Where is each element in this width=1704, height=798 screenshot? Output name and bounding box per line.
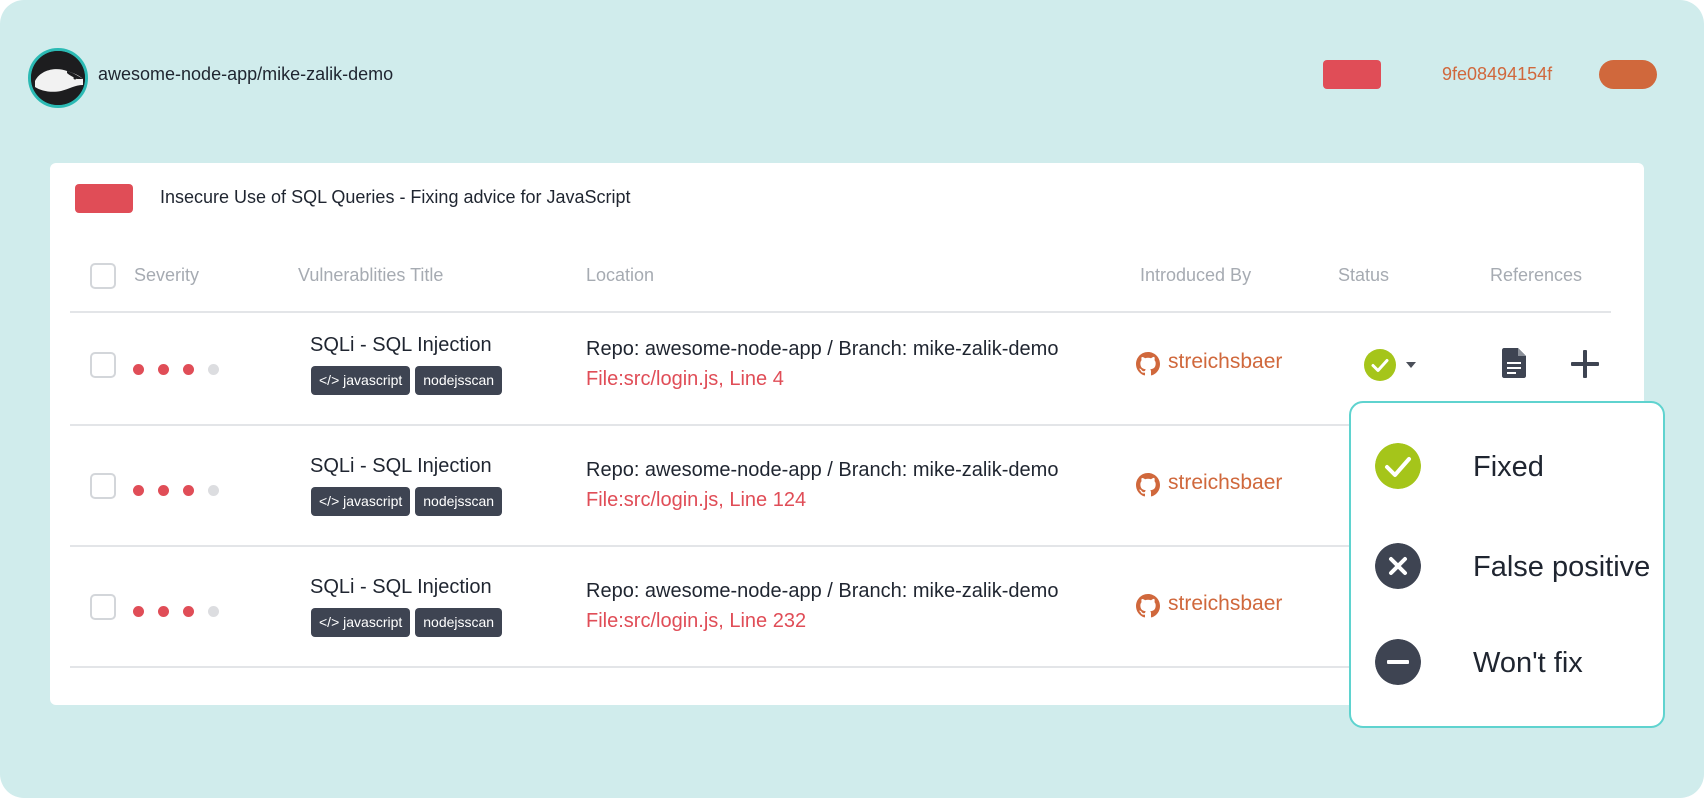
x-circle-icon [1375, 543, 1421, 589]
severity-dot [183, 606, 194, 617]
severity-dot [133, 485, 144, 496]
tag-nodejsscan[interactable]: nodejsscan [415, 487, 503, 516]
app-canvas: awesome-node-app/mike-zalik-demo 9fe0849… [0, 0, 1704, 798]
status-option-label: False positive [1473, 551, 1651, 583]
vulnerability-title[interactable]: SQLi - SQL Injection [310, 455, 492, 478]
severity-dot [183, 364, 194, 375]
severity-dot [133, 606, 144, 617]
severity-dot [158, 606, 169, 617]
tag-nodejsscan[interactable]: nodejsscan [415, 608, 503, 637]
card-title: Insecure Use of SQL Queries - Fixing adv… [160, 187, 631, 207]
column-header-introduced-by[interactable]: Introduced By [1140, 265, 1251, 286]
severity-dots [133, 362, 233, 380]
badger-logo-icon [31, 51, 85, 105]
status-option-false-positive[interactable]: False positive [1375, 543, 1655, 589]
severity-dot [158, 485, 169, 496]
tag-list: </> javascript nodejsscan [311, 608, 507, 637]
severity-dot [133, 364, 144, 375]
severity-dot [183, 485, 194, 496]
tag-javascript[interactable]: </> javascript [311, 487, 411, 516]
github-icon [1136, 352, 1160, 376]
chevron-down-icon[interactable] [1406, 362, 1416, 368]
status-option-label: Fixed [1473, 451, 1544, 483]
repo-avatar[interactable] [28, 48, 88, 108]
column-header-location[interactable]: Location [586, 265, 654, 286]
document-icon[interactable] [1502, 348, 1528, 378]
github-icon [1136, 473, 1160, 497]
select-all-checkbox[interactable] [90, 263, 116, 289]
severity-badge [1323, 60, 1381, 89]
location-repo: Repo: awesome-node-app / Branch: mike-za… [586, 459, 1059, 481]
row-checkbox[interactable] [90, 352, 116, 378]
status-dropdown-menu: Fixed False positive Won't fix [1349, 401, 1665, 728]
status-option-wont-fix[interactable]: Won't fix [1375, 639, 1655, 685]
column-header-references[interactable]: References [1490, 265, 1582, 286]
plus-icon[interactable] [1570, 349, 1600, 379]
location-file-link[interactable]: File:src/login.js, Line 124 [586, 489, 806, 512]
severity-dots [133, 604, 233, 622]
location-file-link[interactable]: File:src/login.js, Line 232 [586, 610, 806, 633]
location-file-link[interactable]: File:src/login.js, Line 4 [586, 368, 784, 391]
column-header-severity[interactable]: Severity [134, 265, 199, 286]
vulnerability-title[interactable]: SQLi - SQL Injection [310, 334, 492, 357]
author-link[interactable]: streichsbaer [1168, 350, 1282, 374]
tag-nodejsscan[interactable]: nodejsscan [415, 366, 503, 395]
repo-branch-name[interactable]: awesome-node-app/mike-zalik-demo [98, 64, 393, 85]
check-circle-icon [1375, 443, 1421, 489]
tag-javascript[interactable]: </> javascript [311, 608, 411, 637]
github-icon [1136, 594, 1160, 618]
table-header: Severity Vulnerablities Title Location I… [50, 259, 1644, 293]
check-icon [1371, 359, 1389, 372]
tag-javascript[interactable]: </> javascript [311, 366, 411, 395]
column-header-status[interactable]: Status [1338, 265, 1389, 286]
severity-badge [75, 184, 133, 213]
severity-dot [208, 606, 219, 617]
column-header-title[interactable]: Vulnerablities Title [298, 265, 443, 286]
location-repo: Repo: awesome-node-app / Branch: mike-za… [586, 580, 1059, 602]
commit-hash[interactable]: 9fe08494154f [1442, 64, 1552, 85]
status-pill [1599, 60, 1657, 89]
severity-dot [208, 485, 219, 496]
author-link[interactable]: streichsbaer [1168, 592, 1282, 616]
severity-dot [208, 364, 219, 375]
status-option-label: Won't fix [1473, 647, 1583, 679]
tag-list: </> javascript nodejsscan [311, 487, 507, 516]
minus-circle-icon [1375, 639, 1421, 685]
row-checkbox[interactable] [90, 594, 116, 620]
location-repo: Repo: awesome-node-app / Branch: mike-za… [586, 338, 1059, 360]
severity-dot [158, 364, 169, 375]
tag-list: </> javascript nodejsscan [311, 366, 507, 395]
vulnerability-title[interactable]: SQLi - SQL Injection [310, 576, 492, 599]
status-option-fixed[interactable]: Fixed [1375, 443, 1655, 489]
status-fixed-button[interactable] [1364, 349, 1396, 381]
severity-dots [133, 483, 233, 501]
author-link[interactable]: streichsbaer [1168, 471, 1282, 495]
row-checkbox[interactable] [90, 473, 116, 499]
